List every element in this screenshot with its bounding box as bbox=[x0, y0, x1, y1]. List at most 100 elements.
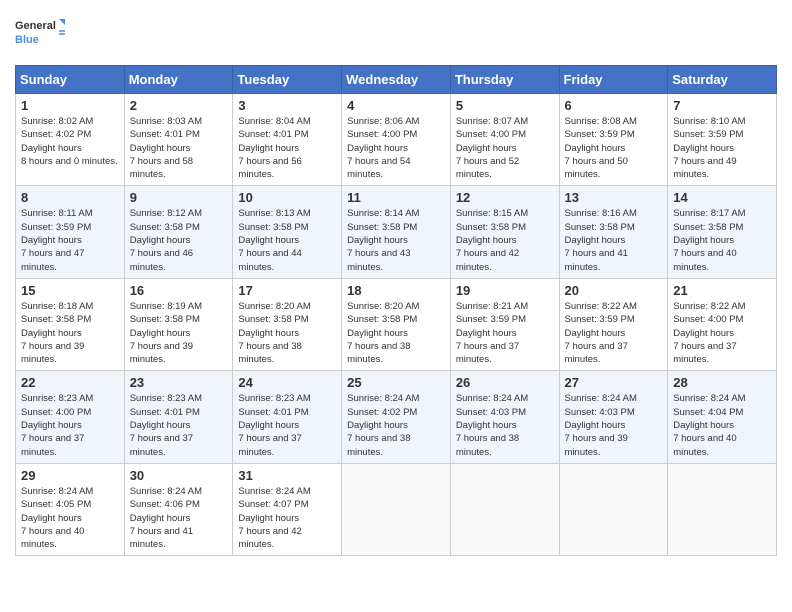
daylight-value: 7 hours and 39 minutes. bbox=[21, 341, 84, 365]
sunset-label: Sunset: 3:58 PM bbox=[347, 314, 417, 325]
calendar-cell: 19 Sunrise: 8:21 AM Sunset: 3:59 PM Dayl… bbox=[450, 278, 559, 370]
sunset-label: Sunset: 4:01 PM bbox=[238, 129, 308, 140]
daylight-label: Daylight hours bbox=[673, 143, 734, 154]
calendar-cell bbox=[668, 463, 777, 555]
sunrise-label: Sunrise: 8:07 AM bbox=[456, 116, 528, 127]
sunrise-label: Sunrise: 8:20 AM bbox=[238, 301, 310, 312]
day-info: Sunrise: 8:02 AM Sunset: 4:02 PM Dayligh… bbox=[21, 115, 119, 168]
day-number: 29 bbox=[21, 468, 119, 483]
sunset-label: Sunset: 3:58 PM bbox=[130, 222, 200, 233]
calendar-week-5: 29 Sunrise: 8:24 AM Sunset: 4:05 PM Dayl… bbox=[16, 463, 777, 555]
day-number: 19 bbox=[456, 283, 554, 298]
calendar-cell: 5 Sunrise: 8:07 AM Sunset: 4:00 PM Dayli… bbox=[450, 94, 559, 186]
day-number: 14 bbox=[673, 190, 771, 205]
sunset-label: Sunset: 4:04 PM bbox=[673, 407, 743, 418]
sunrise-label: Sunrise: 8:11 AM bbox=[21, 208, 93, 219]
daylight-label: Daylight hours bbox=[347, 143, 408, 154]
daylight-label: Daylight hours bbox=[673, 235, 734, 246]
sunrise-label: Sunrise: 8:21 AM bbox=[456, 301, 528, 312]
page-header: General Blue bbox=[15, 15, 777, 57]
calendar-cell: 12 Sunrise: 8:15 AM Sunset: 3:58 PM Dayl… bbox=[450, 186, 559, 278]
sunrise-label: Sunrise: 8:14 AM bbox=[347, 208, 419, 219]
daylight-value: 7 hours and 42 minutes. bbox=[238, 526, 301, 550]
calendar-cell: 23 Sunrise: 8:23 AM Sunset: 4:01 PM Dayl… bbox=[124, 371, 233, 463]
calendar-cell: 14 Sunrise: 8:17 AM Sunset: 3:58 PM Dayl… bbox=[668, 186, 777, 278]
day-info: Sunrise: 8:18 AM Sunset: 3:58 PM Dayligh… bbox=[21, 300, 119, 366]
day-info: Sunrise: 8:20 AM Sunset: 3:58 PM Dayligh… bbox=[347, 300, 445, 366]
day-info: Sunrise: 8:22 AM Sunset: 3:59 PM Dayligh… bbox=[565, 300, 663, 366]
calendar-week-4: 22 Sunrise: 8:23 AM Sunset: 4:00 PM Dayl… bbox=[16, 371, 777, 463]
day-number: 4 bbox=[347, 98, 445, 113]
day-info: Sunrise: 8:24 AM Sunset: 4:03 PM Dayligh… bbox=[565, 392, 663, 458]
sunset-label: Sunset: 3:58 PM bbox=[238, 222, 308, 233]
day-info: Sunrise: 8:23 AM Sunset: 4:01 PM Dayligh… bbox=[130, 392, 228, 458]
calendar-header-row: SundayMondayTuesdayWednesdayThursdayFrid… bbox=[16, 66, 777, 94]
daylight-label: Daylight hours bbox=[238, 420, 299, 431]
calendar-cell: 17 Sunrise: 8:20 AM Sunset: 3:58 PM Dayl… bbox=[233, 278, 342, 370]
daylight-value: 7 hours and 39 minutes. bbox=[130, 341, 193, 365]
sunset-label: Sunset: 3:58 PM bbox=[456, 222, 526, 233]
day-info: Sunrise: 8:19 AM Sunset: 3:58 PM Dayligh… bbox=[130, 300, 228, 366]
sunrise-label: Sunrise: 8:24 AM bbox=[238, 486, 310, 497]
daylight-label: Daylight hours bbox=[130, 235, 191, 246]
daylight-value: 8 hours and 0 minutes. bbox=[21, 156, 118, 167]
daylight-label: Daylight hours bbox=[21, 235, 82, 246]
daylight-value: 7 hours and 37 minutes. bbox=[565, 341, 628, 365]
day-info: Sunrise: 8:22 AM Sunset: 4:00 PM Dayligh… bbox=[673, 300, 771, 366]
day-number: 8 bbox=[21, 190, 119, 205]
calendar-cell: 20 Sunrise: 8:22 AM Sunset: 3:59 PM Dayl… bbox=[559, 278, 668, 370]
daylight-label: Daylight hours bbox=[21, 513, 82, 524]
sunset-label: Sunset: 4:02 PM bbox=[21, 129, 91, 140]
calendar-table: SundayMondayTuesdayWednesdayThursdayFrid… bbox=[15, 65, 777, 556]
day-info: Sunrise: 8:11 AM Sunset: 3:59 PM Dayligh… bbox=[21, 207, 119, 273]
day-number: 13 bbox=[565, 190, 663, 205]
daylight-value: 7 hours and 50 minutes. bbox=[565, 156, 628, 180]
day-number: 15 bbox=[21, 283, 119, 298]
daylight-label: Daylight hours bbox=[21, 420, 82, 431]
day-number: 12 bbox=[456, 190, 554, 205]
day-info: Sunrise: 8:24 AM Sunset: 4:05 PM Dayligh… bbox=[21, 485, 119, 551]
daylight-value: 7 hours and 37 minutes. bbox=[456, 341, 519, 365]
sunset-label: Sunset: 4:03 PM bbox=[456, 407, 526, 418]
day-info: Sunrise: 8:12 AM Sunset: 3:58 PM Dayligh… bbox=[130, 207, 228, 273]
sunset-label: Sunset: 3:59 PM bbox=[21, 222, 91, 233]
daylight-value: 7 hours and 38 minutes. bbox=[347, 341, 410, 365]
sunrise-label: Sunrise: 8:24 AM bbox=[347, 393, 419, 404]
sunrise-label: Sunrise: 8:19 AM bbox=[130, 301, 202, 312]
day-number: 3 bbox=[238, 98, 336, 113]
sunset-label: Sunset: 4:07 PM bbox=[238, 499, 308, 510]
sunrise-label: Sunrise: 8:04 AM bbox=[238, 116, 310, 127]
day-number: 30 bbox=[130, 468, 228, 483]
calendar-cell: 7 Sunrise: 8:10 AM Sunset: 3:59 PM Dayli… bbox=[668, 94, 777, 186]
calendar-cell: 2 Sunrise: 8:03 AM Sunset: 4:01 PM Dayli… bbox=[124, 94, 233, 186]
calendar-cell: 18 Sunrise: 8:20 AM Sunset: 3:58 PM Dayl… bbox=[342, 278, 451, 370]
sunset-label: Sunset: 3:59 PM bbox=[673, 129, 743, 140]
day-info: Sunrise: 8:03 AM Sunset: 4:01 PM Dayligh… bbox=[130, 115, 228, 181]
calendar-cell bbox=[450, 463, 559, 555]
calendar-cell: 28 Sunrise: 8:24 AM Sunset: 4:04 PM Dayl… bbox=[668, 371, 777, 463]
sunrise-label: Sunrise: 8:18 AM bbox=[21, 301, 93, 312]
daylight-value: 7 hours and 37 minutes. bbox=[673, 341, 736, 365]
sunset-label: Sunset: 4:01 PM bbox=[130, 407, 200, 418]
daylight-value: 7 hours and 38 minutes. bbox=[456, 433, 519, 457]
daylight-value: 7 hours and 56 minutes. bbox=[238, 156, 301, 180]
sunrise-label: Sunrise: 8:15 AM bbox=[456, 208, 528, 219]
day-number: 9 bbox=[130, 190, 228, 205]
calendar-cell bbox=[342, 463, 451, 555]
day-info: Sunrise: 8:20 AM Sunset: 3:58 PM Dayligh… bbox=[238, 300, 336, 366]
sunset-label: Sunset: 3:59 PM bbox=[565, 314, 635, 325]
day-number: 23 bbox=[130, 375, 228, 390]
daylight-value: 7 hours and 44 minutes. bbox=[238, 248, 301, 272]
daylight-value: 7 hours and 40 minutes. bbox=[673, 433, 736, 457]
daylight-label: Daylight hours bbox=[565, 235, 626, 246]
sunrise-label: Sunrise: 8:12 AM bbox=[130, 208, 202, 219]
sunrise-label: Sunrise: 8:23 AM bbox=[21, 393, 93, 404]
sunset-label: Sunset: 4:00 PM bbox=[673, 314, 743, 325]
calendar-cell: 15 Sunrise: 8:18 AM Sunset: 3:58 PM Dayl… bbox=[16, 278, 125, 370]
calendar-cell: 22 Sunrise: 8:23 AM Sunset: 4:00 PM Dayl… bbox=[16, 371, 125, 463]
calendar-header-saturday: Saturday bbox=[668, 66, 777, 94]
sunrise-label: Sunrise: 8:03 AM bbox=[130, 116, 202, 127]
day-info: Sunrise: 8:14 AM Sunset: 3:58 PM Dayligh… bbox=[347, 207, 445, 273]
calendar-header-wednesday: Wednesday bbox=[342, 66, 451, 94]
day-number: 6 bbox=[565, 98, 663, 113]
